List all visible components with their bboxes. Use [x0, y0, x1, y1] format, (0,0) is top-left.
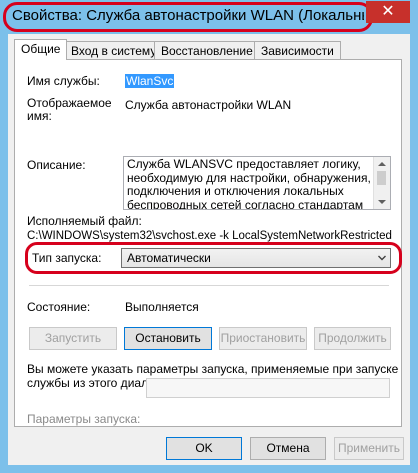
description-text: Служба WLANSVC предоставляет логику, нео… [127, 157, 371, 210]
startup-type-label-text: Тип запуска: [32, 251, 102, 265]
status-label: Состояние: [27, 300, 91, 314]
start-params-input[interactable] [146, 378, 390, 398]
close-icon: ✕ [381, 3, 395, 20]
pause-service-button[interactable]: Приостановить [219, 327, 307, 350]
service-properties-window: Свойства: Служба автонастройки WLAN (Лок… [0, 0, 418, 473]
status-value: Выполняется [125, 300, 199, 314]
cancel-button[interactable]: Отмена [250, 437, 326, 460]
start-params-label: Параметры запуска: [27, 412, 141, 426]
start-service-button[interactable]: Запустить [29, 327, 117, 350]
display-name-label-line1: Отображаемое [27, 96, 112, 110]
scroll-down-icon[interactable] [378, 200, 386, 204]
exe-label: Исполняемый файл: [27, 214, 142, 228]
startup-type-label: Тип запуска: [32, 251, 101, 265]
section-divider [29, 285, 389, 286]
apply-button[interactable]: Применить [334, 437, 404, 460]
display-name-label-line2: имя: [27, 109, 52, 123]
window-title: Свойства: Служба автонастройки WLAN (Лок… [12, 7, 364, 24]
general-tab-panel: Имя службы: WlanSvc Отображаемое имя: Сл… [14, 59, 402, 427]
dialog-client-area: Общие Вход в систему Восстановление Зави… [8, 34, 410, 465]
service-name-label: Имя службы: [27, 74, 100, 88]
scroll-thumb[interactable] [377, 171, 386, 185]
tab-dependencies[interactable]: Зависимости [254, 41, 341, 59]
ok-button[interactable]: OK [166, 437, 242, 460]
tab-recovery[interactable]: Восстановление [154, 41, 260, 59]
service-name-text: WlanSvc [125, 74, 175, 88]
display-name-value[interactable]: Служба автонастройки WLAN [125, 98, 291, 112]
chevron-down-icon [378, 255, 386, 261]
description-box[interactable]: Служба WLANSVC предоставляет логику, нео… [123, 156, 391, 210]
service-name-value[interactable]: WlanSvc [125, 74, 175, 88]
tab-logon[interactable]: Вход в систему [64, 41, 164, 59]
tab-general[interactable]: Общие [14, 39, 68, 60]
resume-service-button[interactable]: Продолжить [314, 327, 391, 350]
title-bar[interactable]: Свойства: Служба автонастройки WLAN (Лок… [0, 0, 418, 34]
close-button[interactable]: ✕ [366, 1, 410, 23]
start-params-hint-line1: Вы можете указать параметры запуска, при… [27, 362, 399, 376]
description-label: Описание: [27, 158, 86, 172]
stop-service-button[interactable]: Остановить [124, 327, 212, 350]
description-scrollbar[interactable] [373, 157, 390, 209]
startup-type-value: Автоматически [127, 251, 211, 265]
exe-path[interactable]: C:\WINDOWS\system32\svchost.exe -k Local… [27, 230, 392, 242]
startup-type-select[interactable]: Автоматически [121, 248, 391, 268]
scroll-up-icon[interactable] [378, 162, 386, 166]
